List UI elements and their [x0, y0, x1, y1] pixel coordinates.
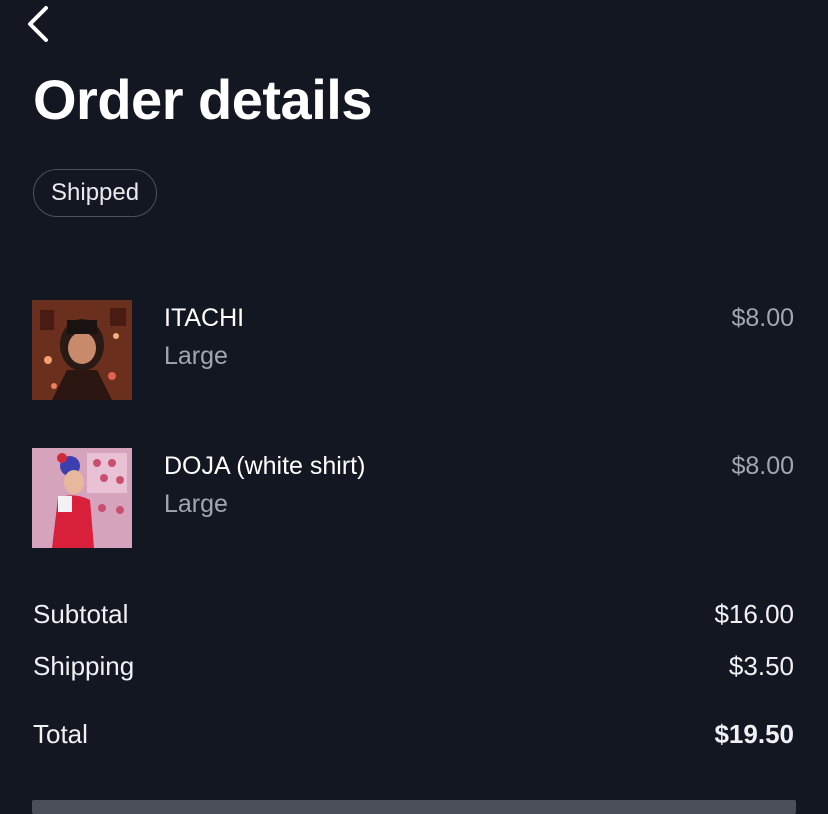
total-row: Total $19.50 [33, 719, 794, 750]
status-badge: Shipped [33, 169, 158, 217]
shipping-row: Shipping $3.50 [33, 651, 794, 682]
item-name: DOJA (white shirt) [164, 452, 366, 480]
item-variant: Large [164, 490, 228, 518]
page-title: Order details [33, 68, 372, 131]
subtotal-row: Subtotal $16.00 [33, 599, 794, 630]
item-price: $8.00 [731, 304, 794, 332]
bottom-action-bar[interactable] [32, 800, 796, 814]
subtotal-value: $16.00 [714, 599, 794, 629]
product-image [32, 448, 132, 548]
shipping-label: Shipping [33, 651, 135, 681]
subtotal-label: Subtotal [33, 599, 129, 629]
item-name: ITACHI [164, 304, 245, 332]
total-value: $19.50 [714, 719, 794, 749]
back-button[interactable] [22, 4, 56, 44]
shipping-value: $3.50 [728, 651, 794, 681]
product-image [32, 300, 132, 400]
chevron-left-icon [28, 6, 48, 42]
item-variant: Large [164, 342, 228, 370]
order-item[interactable]: ITACHI Large $8.00 [32, 300, 796, 400]
total-label: Total [33, 719, 88, 749]
order-item[interactable]: DOJA (white shirt) Large $8.00 [32, 448, 796, 548]
item-price: $8.00 [731, 452, 794, 480]
